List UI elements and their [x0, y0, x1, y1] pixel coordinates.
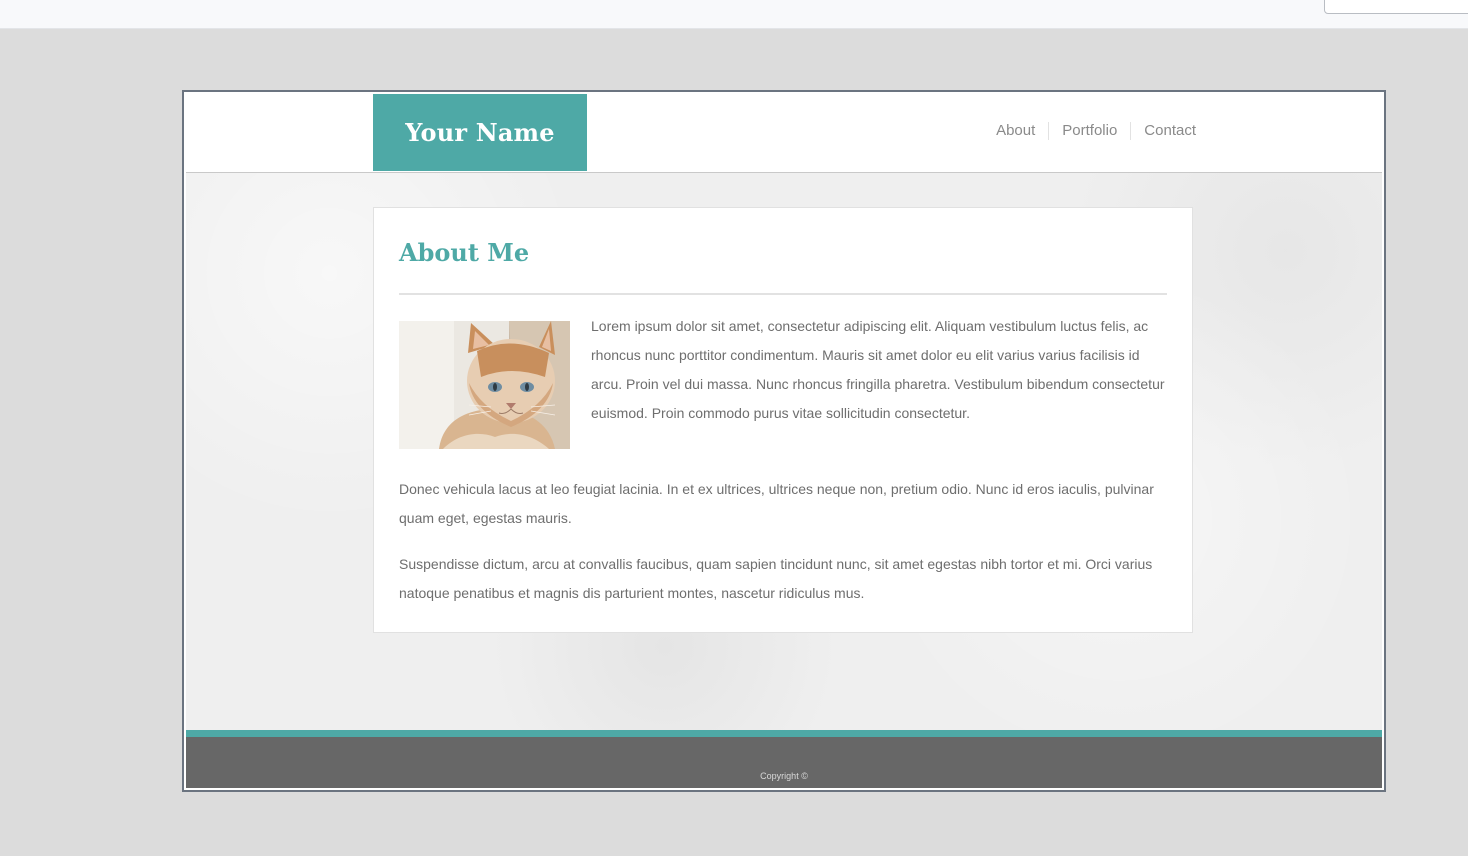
content-area: About Me Lorem ipsum dolor sit amet, con…: [186, 173, 1382, 730]
footer-accent-bar: [186, 730, 1382, 737]
logo[interactable]: Your Name: [373, 94, 587, 171]
top-right-control[interactable]: [1324, 0, 1468, 14]
logo-text: Your Name: [405, 118, 555, 147]
main-nav: About Portfolio Contact: [983, 122, 1196, 140]
about-card: About Me Lorem ipsum dolor sit amet, con…: [373, 207, 1193, 633]
nav-about[interactable]: About: [983, 122, 1048, 140]
about-paragraph-3: Suspendisse dictum, arcu at convallis fa…: [399, 556, 1153, 601]
copyright-text: Copyright ©: [760, 771, 808, 781]
site-page: Your Name About Portfolio Contact About …: [186, 94, 1382, 788]
nav-contact[interactable]: Contact: [1130, 122, 1196, 140]
about-paragraph-1: Lorem ipsum dolor sit amet, consectetur …: [591, 318, 1165, 421]
nav-portfolio[interactable]: Portfolio: [1048, 122, 1130, 140]
cat-photo: [399, 321, 570, 449]
about-title: About Me: [399, 238, 530, 267]
site-preview-frame: Your Name About Portfolio Contact About …: [182, 90, 1386, 792]
about-paragraph-2: Donec vehicula lacus at leo feugiat laci…: [399, 481, 1154, 526]
site-footer: Copyright ©: [186, 737, 1382, 788]
browser-top-strip: [0, 0, 1468, 29]
title-divider: [399, 293, 1167, 295]
site-header: Your Name About Portfolio Contact: [186, 94, 1382, 173]
